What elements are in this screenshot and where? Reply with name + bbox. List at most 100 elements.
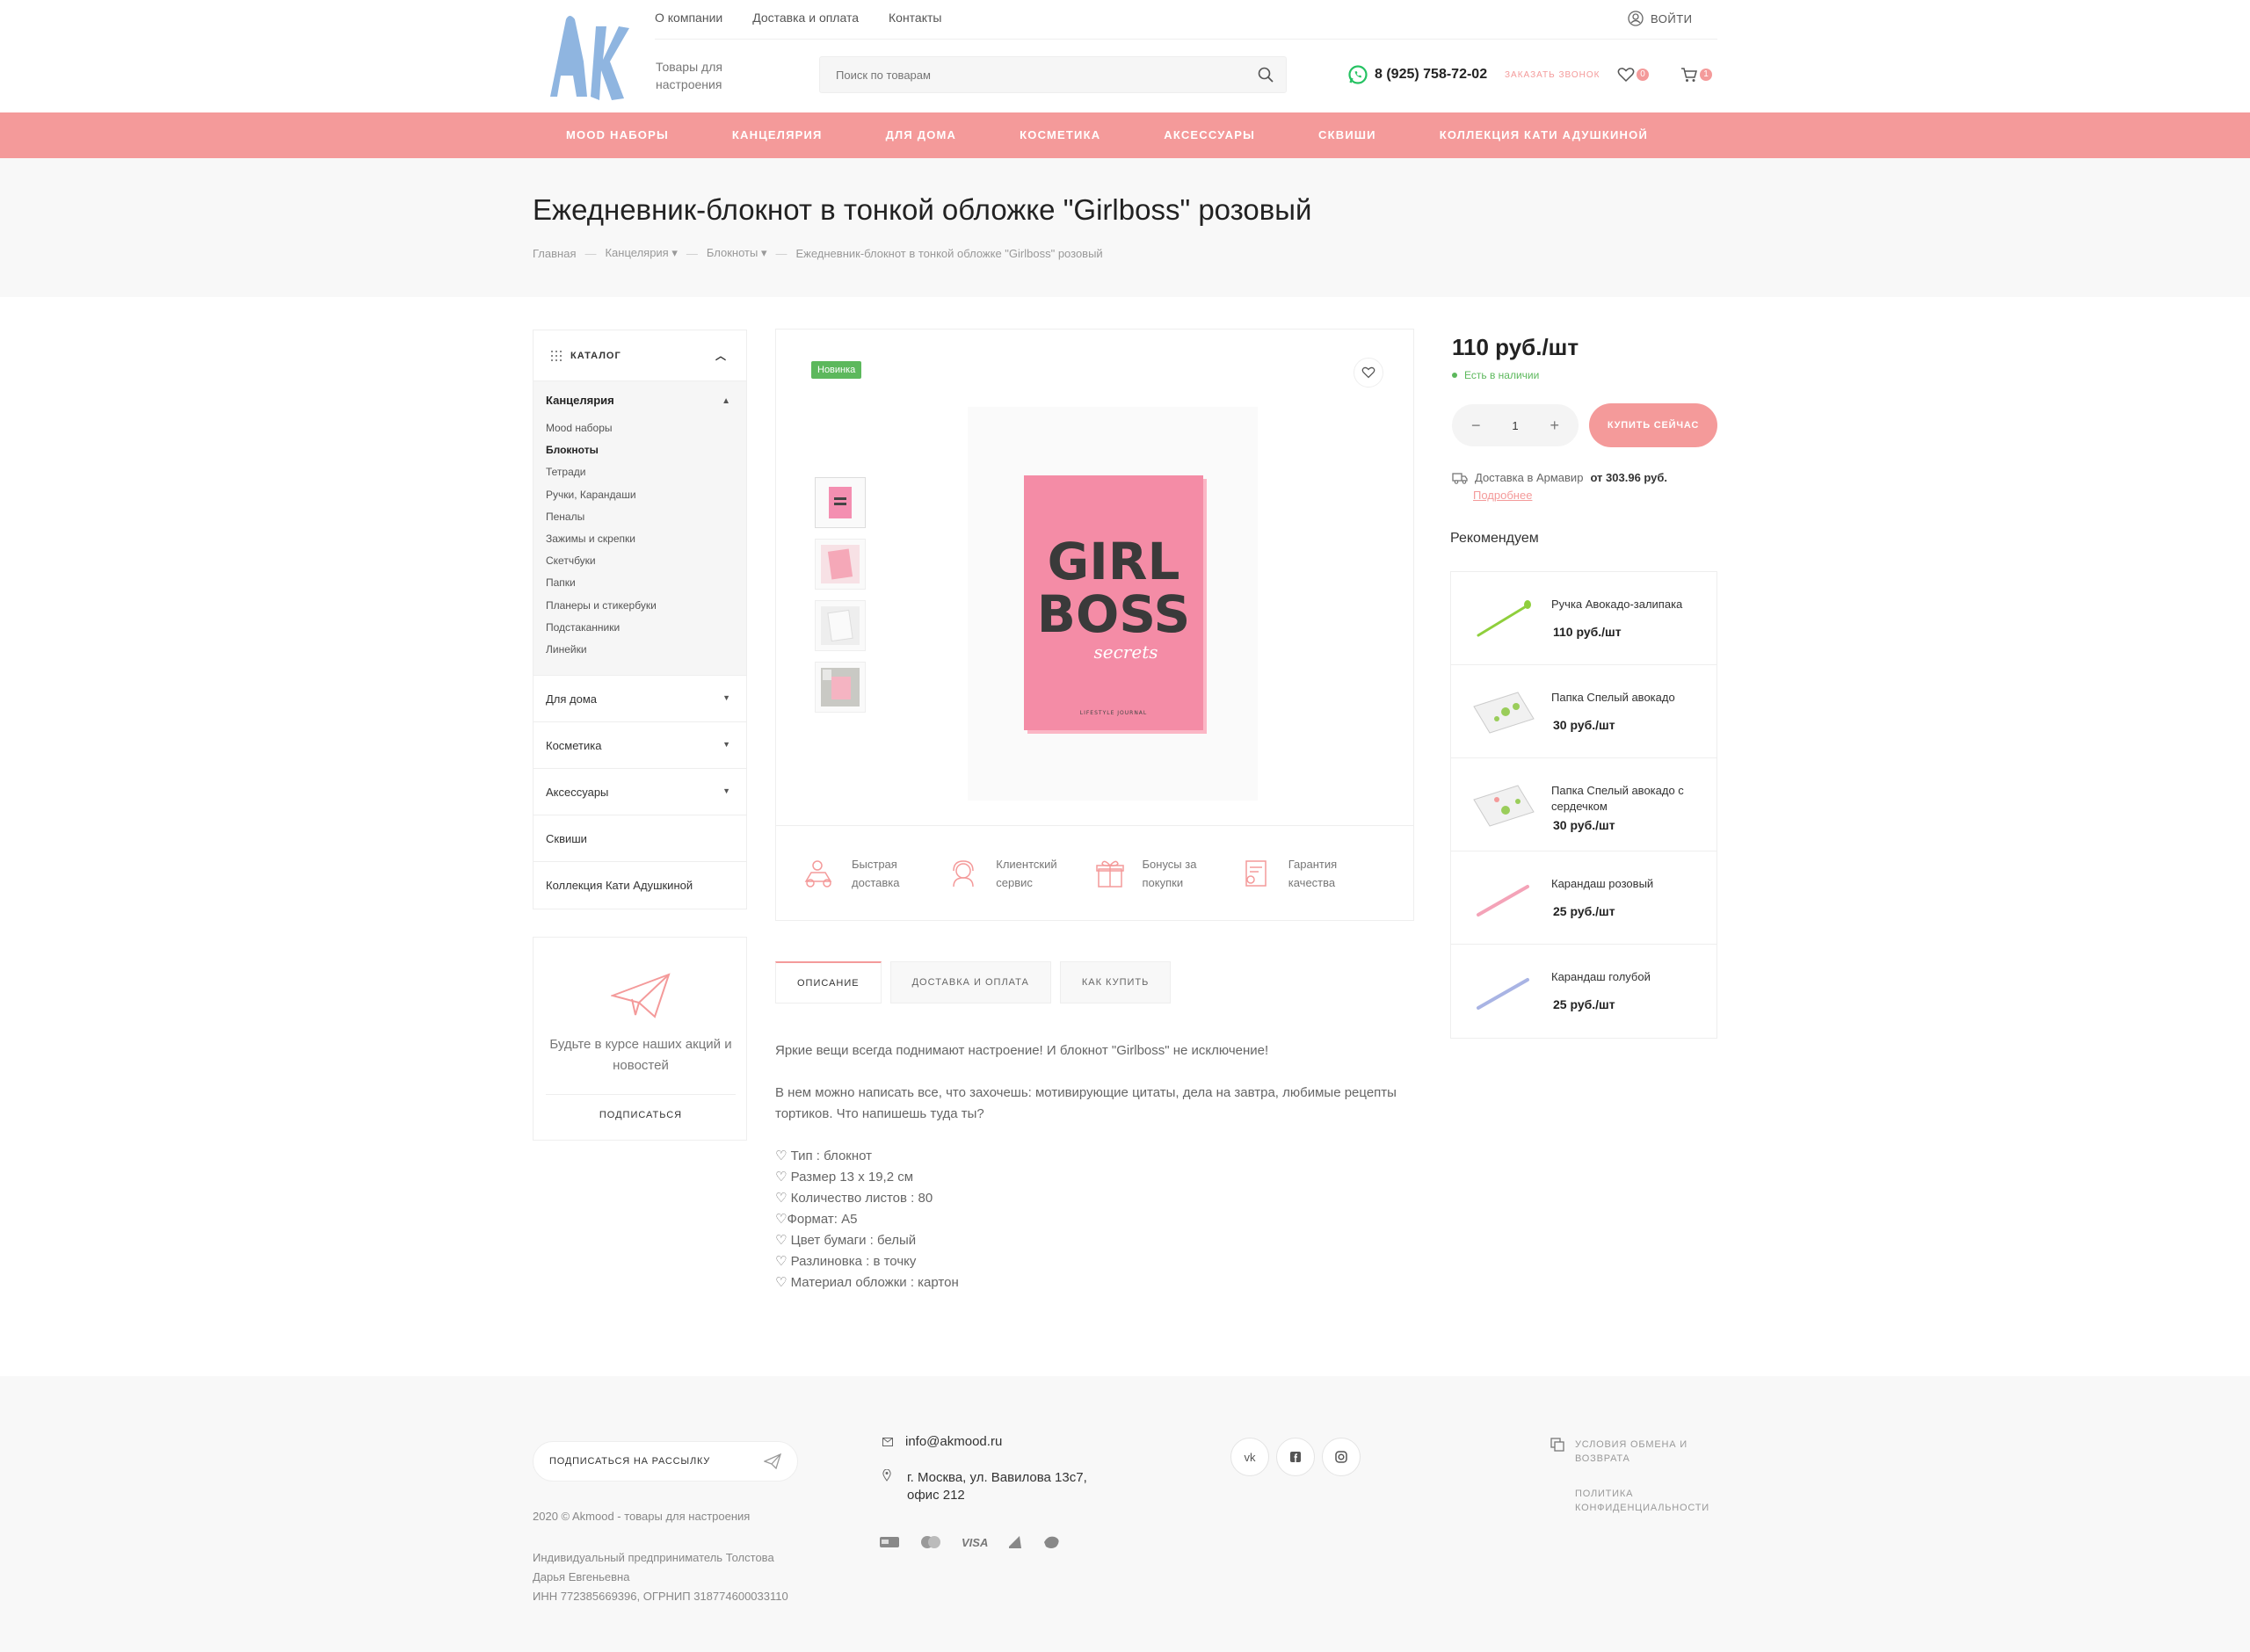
add-to-favorites-button[interactable] — [1354, 358, 1383, 388]
product-main-image[interactable]: GIRL BOSS secrets LIFESTYLE JOURNAL — [968, 407, 1258, 801]
cart-button[interactable]: 1 — [1680, 67, 1712, 83]
sidebar-subitem[interactable]: Линейки — [546, 639, 746, 661]
sidebar-subitem[interactable]: Ручки, Карандаши — [546, 484, 746, 506]
footer-subscribe-button[interactable]: Подписаться на рассылку — [533, 1441, 798, 1482]
recommend-price: 25 руб./шт — [1553, 904, 1615, 918]
product-tabs: Описание Доставка и оплата Как купить — [775, 961, 1172, 1004]
spec-item: ♡Формат: А5 — [775, 1212, 858, 1227]
email-text: info@akmood.ru — [905, 1434, 1003, 1449]
top-nav-delivery[interactable]: Доставка и оплата — [752, 11, 859, 30]
top-nav-contacts[interactable]: Контакты — [889, 11, 941, 30]
thumbnail[interactable] — [815, 662, 866, 713]
search-icon[interactable] — [1258, 67, 1274, 83]
sidebar-item-squishy[interactable]: Сквиши — [533, 815, 746, 863]
breadcrumb-separator: — — [686, 246, 698, 260]
sidebar-item-collection[interactable]: Коллекция Кати Адушкиной — [533, 862, 746, 909]
divider — [546, 1094, 736, 1095]
product-gallery: Новинка GIRL BOSS secrets LIFESTYLE JOUR… — [775, 329, 1414, 921]
catalog-sidebar: Каталог ︿ Канцелярия ▲ Mood наборы Блокн… — [533, 330, 747, 910]
thumbnail[interactable] — [815, 477, 866, 528]
recommend-item[interactable]: Папка Спелый авокадо 30 руб./шт — [1451, 665, 1717, 758]
delivery-more-link[interactable]: Подробнее — [1473, 489, 1532, 502]
sidebar-item-home[interactable]: Для дома ▼ — [533, 676, 746, 723]
menu-item-home[interactable]: Для дома — [854, 112, 989, 158]
thumbnail[interactable] — [815, 600, 866, 651]
sidebar-item-cosmetics[interactable]: Косметика ▼ — [533, 722, 746, 770]
recommend-list: Ручка Авокадо-залипака 110 руб./шт Папка… — [1450, 571, 1717, 1039]
recommend-item[interactable]: Карандаш розовый 25 руб./шт — [1451, 851, 1717, 945]
instagram-icon[interactable] — [1322, 1438, 1361, 1476]
recommend-item[interactable]: Папка Спелый авокадо с сердечком 30 руб.… — [1451, 758, 1717, 851]
product-price: 110 руб./шт — [1452, 334, 1579, 360]
quantity-value[interactable]: 1 — [1512, 419, 1518, 432]
sidebar-category-label[interactable]: Канцелярия — [546, 394, 746, 407]
main-menu-bar: Mood наборы Канцелярия Для дома Косметик… — [0, 112, 2250, 158]
sidebar-subitem[interactable]: Зажимы и скрепки — [546, 528, 746, 550]
caret-down-icon: ▼ — [722, 786, 730, 796]
top-nav-about[interactable]: О компании — [655, 11, 722, 30]
sidebar-subitem[interactable]: Скетчбуки — [546, 550, 746, 572]
recommend-name: Карандаш розовый — [1551, 877, 1654, 890]
breadcrumb-home[interactable]: Главная — [533, 247, 576, 260]
spec-item: ♡ Цвет бумаги : белый — [775, 1233, 917, 1248]
vk-icon[interactable]: vk — [1230, 1438, 1269, 1476]
feature-label: Быстрая доставка — [852, 857, 900, 889]
sidebar-subitem[interactable]: Планеры и стикербуки — [546, 595, 746, 617]
sidebar-subitem[interactable]: Тетради — [546, 461, 746, 483]
menu-item-accessories[interactable]: Аксессуары — [1132, 112, 1287, 158]
sidebar-subitem-active[interactable]: Блокноты — [546, 439, 746, 461]
exchange-return-link[interactable]: Условия обмена и возврата — [1550, 1438, 1707, 1466]
description-paragraph: Яркие вещи всегда поднимают настроение! … — [775, 1043, 1269, 1058]
recommend-name: Ручка Авокадо-залипака — [1551, 598, 1683, 611]
sidebar-item-label: Аксессуары — [546, 785, 609, 799]
recommend-item[interactable]: Ручка Авокадо-залипака 110 руб./шт — [1451, 572, 1717, 665]
facebook-icon[interactable] — [1276, 1438, 1315, 1476]
phone[interactable]: 8 (925) 758-72-02 — [1348, 65, 1487, 84]
tab-description[interactable]: Описание — [775, 961, 882, 1004]
tab-delivery[interactable]: Доставка и оплата — [889, 961, 1051, 1004]
caret-up-icon[interactable]: ▲ — [722, 396, 730, 406]
search-input[interactable] — [820, 57, 1286, 92]
mastercard-icon — [921, 1536, 940, 1548]
menu-item-cosmetics[interactable]: Косметика — [988, 112, 1132, 158]
login-link[interactable]: Войти — [1628, 11, 1692, 26]
subscribe-button[interactable]: Подписаться — [533, 1110, 748, 1120]
recommend-item[interactable]: Карандаш голубой 25 руб./шт — [1451, 945, 1717, 1038]
feature-bonus: Бонусы за покупки — [1095, 826, 1241, 920]
delivery-info: Доставка в Армавир от 303.96 руб. Подроб… — [1452, 469, 1667, 504]
menu-item-squishy[interactable]: Сквиши — [1287, 112, 1408, 158]
sidebar-subitem[interactable]: Подстаканники — [546, 617, 746, 639]
site-logo[interactable]: mood — [533, 9, 629, 107]
sidebar-subitem[interactable]: Пеналы — [546, 506, 746, 528]
callback-link[interactable]: Заказать звонок — [1505, 70, 1600, 80]
catalog-header[interactable]: Каталог ︿ — [533, 330, 746, 381]
tagline: Товары для настроения — [656, 60, 722, 91]
paper-plane-icon — [764, 1453, 781, 1469]
increase-button[interactable]: + — [1550, 417, 1559, 435]
sidebar-subitem[interactable]: Mood наборы — [546, 417, 746, 439]
legal-line: Индивидуальный предприниматель Толстова … — [533, 1551, 774, 1583]
privacy-policy-link[interactable]: Политика конфиденциальности — [1550, 1487, 1709, 1515]
tab-how-to-buy[interactable]: Как купить — [1059, 961, 1172, 1004]
spec-item: ♡ Разлиновка : в точку — [775, 1254, 917, 1269]
thumbnail[interactable] — [815, 539, 866, 590]
menu-item-stationery[interactable]: Канцелярия — [700, 112, 854, 158]
legal-info: Индивидуальный предприниматель Толстова … — [533, 1548, 796, 1606]
yandex-money-icon — [1009, 1536, 1022, 1548]
breadcrumb-stationery[interactable]: Канцелярия ▾ — [605, 246, 677, 260]
exchange-icon — [1550, 1438, 1564, 1452]
menu-item-collection[interactable]: Коллекция Кати Адушкиной — [1408, 112, 1680, 158]
footer-email[interactable]: info@akmood.ru — [882, 1434, 1002, 1449]
buy-now-button[interactable]: Купить сейчас — [1589, 403, 1717, 447]
recommend-image — [1469, 871, 1539, 925]
top-nav: О компании Доставка и оплата Контакты — [655, 11, 941, 30]
breadcrumb-notebooks[interactable]: Блокноты ▾ — [707, 246, 767, 260]
sidebar-subitem[interactable]: Папки — [546, 572, 746, 594]
menu-item-mood-sets[interactable]: Mood наборы — [533, 112, 700, 158]
sidebar-item-accessories[interactable]: Аксессуары ▼ — [533, 769, 746, 816]
sidebar-category-stationery: Канцелярия ▲ Mood наборы Блокноты Тетрад… — [533, 381, 746, 677]
decrease-button[interactable]: − — [1471, 417, 1481, 435]
header-divider — [655, 39, 1717, 40]
favorites-button[interactable]: 0 — [1617, 67, 1649, 83]
page-title: Ежедневник-блокнот в тонкой обложке "Gir… — [533, 193, 1312, 226]
